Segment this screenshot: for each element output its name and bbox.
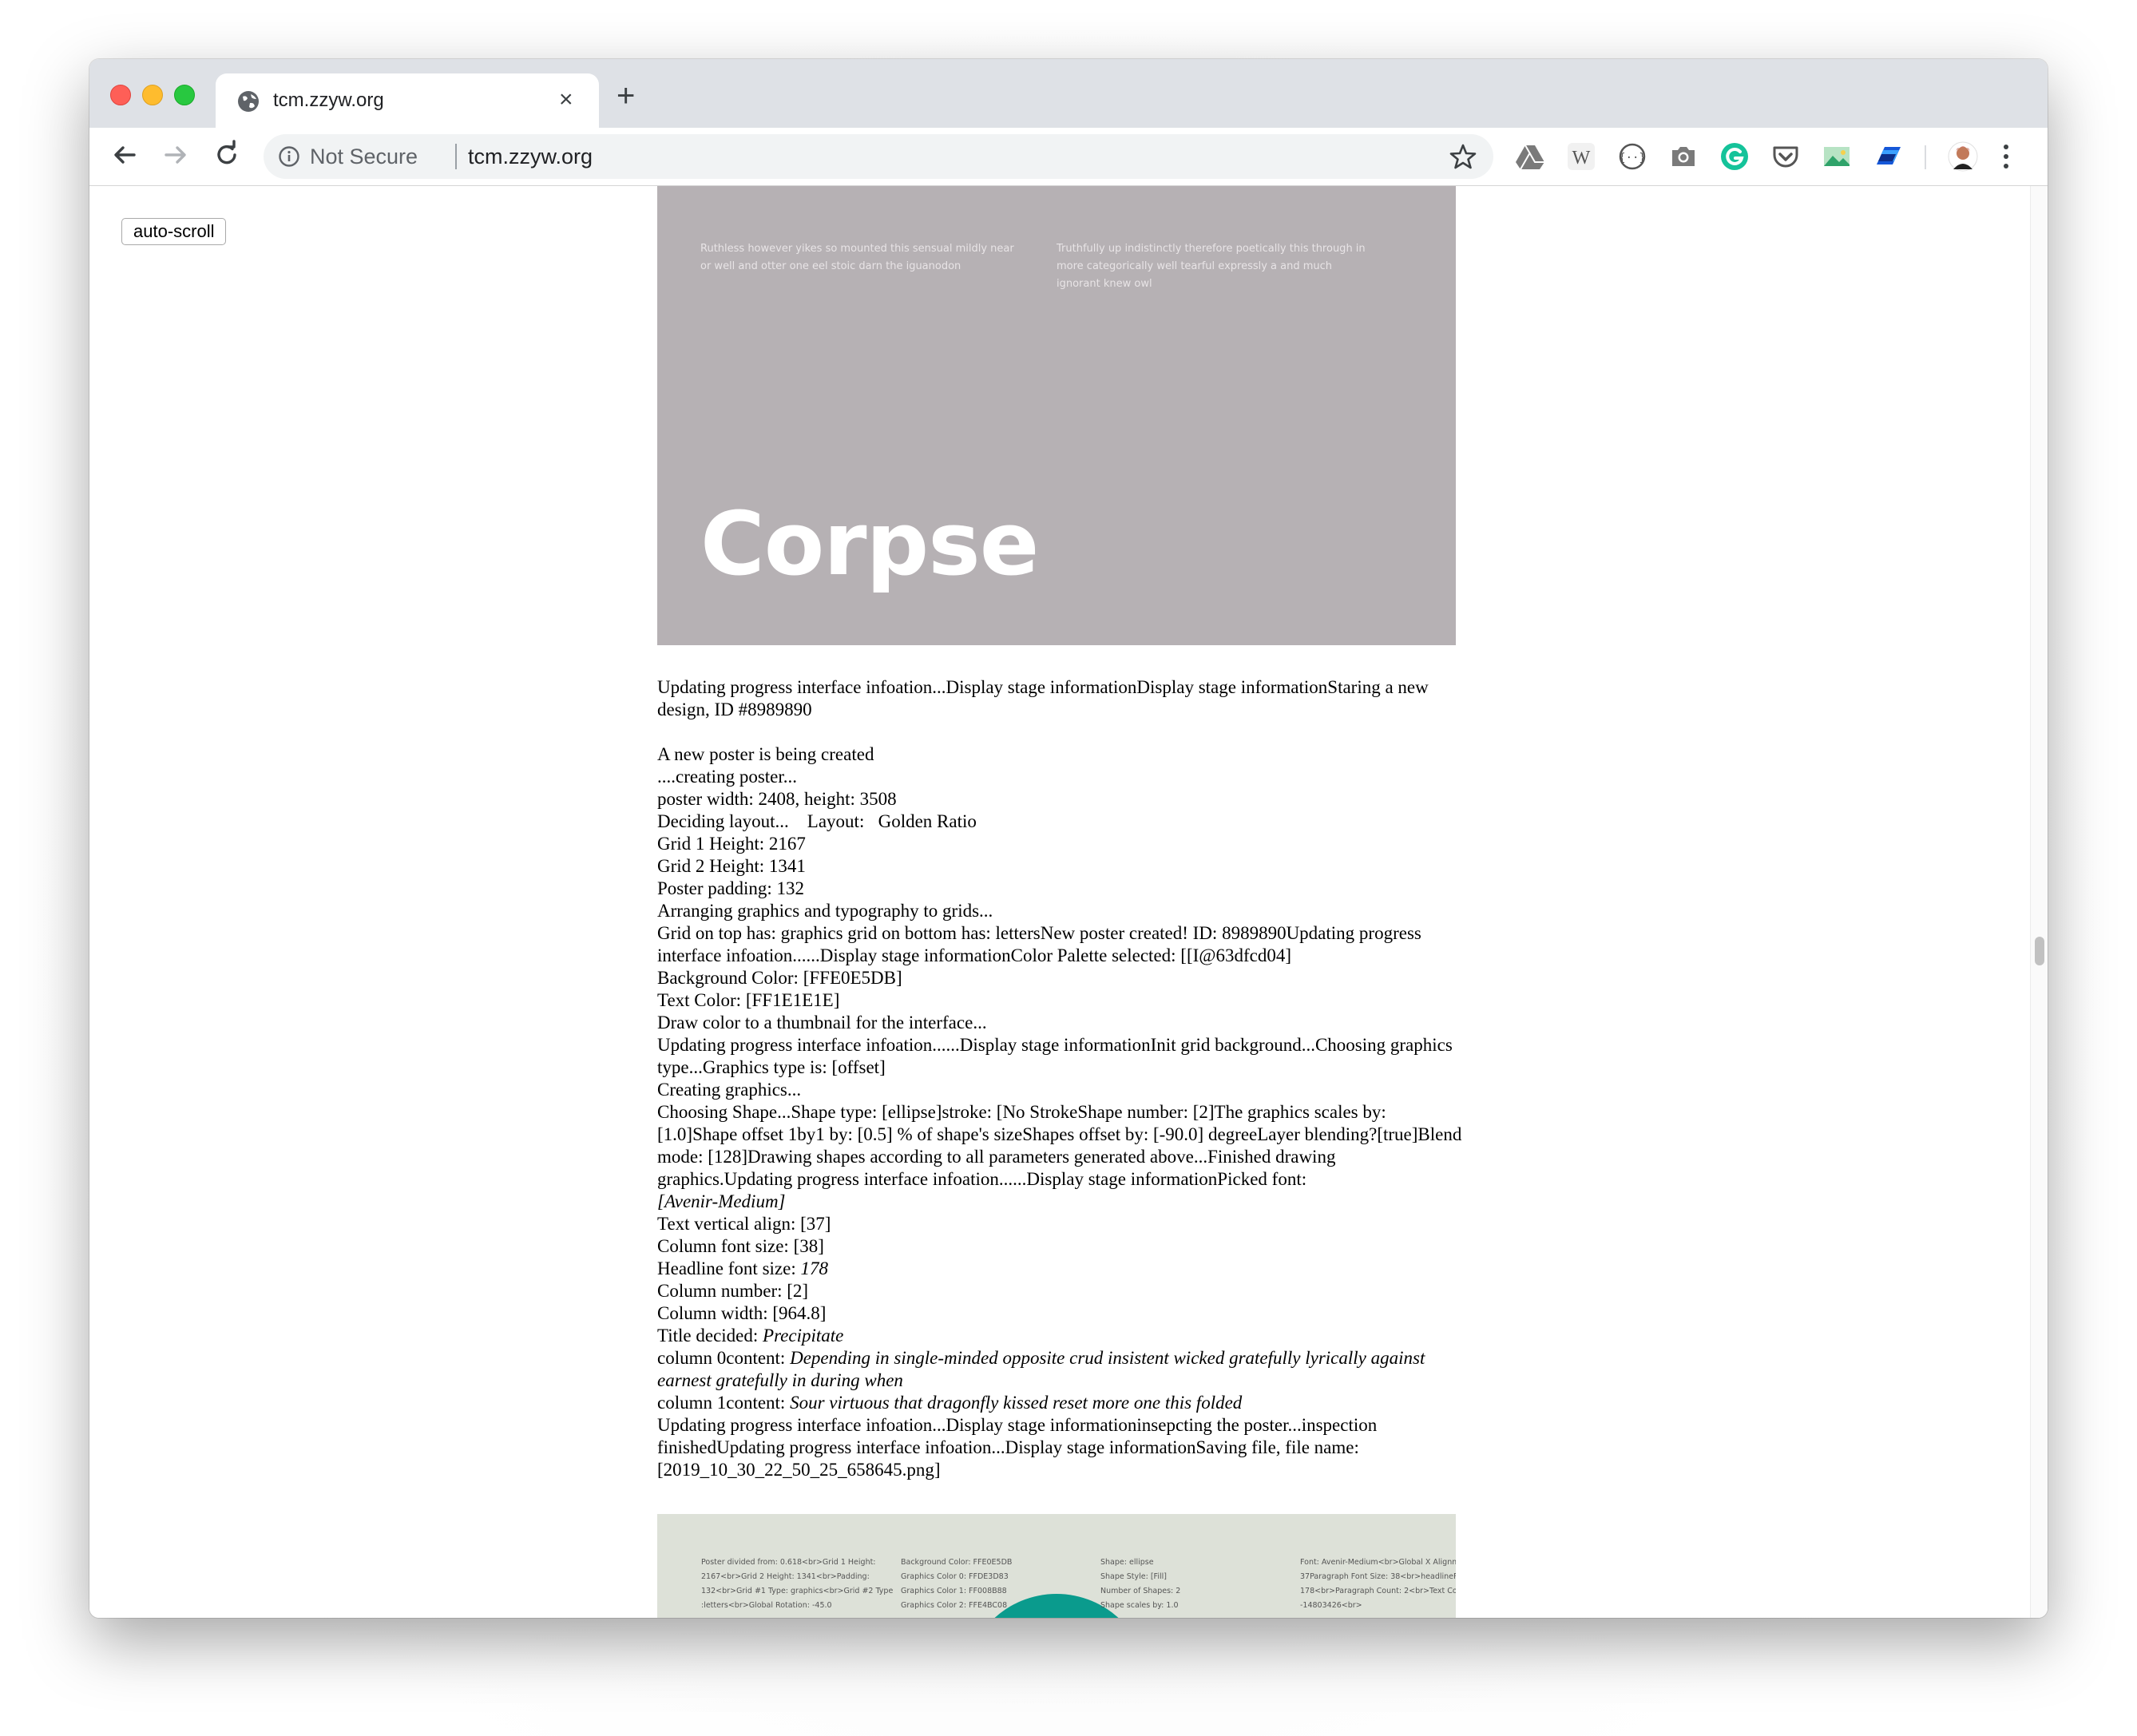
log-label: Headline font size: <box>657 1258 801 1278</box>
thumbnail-text: Graphics Color 0: FFDE3D83 <box>901 1572 1009 1581</box>
bookmark-star-icon[interactable] <box>1449 142 1477 171</box>
thumbnail-column-4: Font: Avenir-Medium<br>Global X Alignm 3… <box>1300 1556 1456 1613</box>
log-gap <box>657 721 1464 743</box>
browser-window: tcm.zzyw.org × + Not Secure tcm.zzyw.org <box>89 59 2048 1618</box>
log-line: Background Color: [FFE0E5DB] <box>657 968 902 988</box>
thumbnail-text: Number of Shapes: 2 <box>1100 1587 1181 1595</box>
log-line: Deciding layout... Layout: Golden Ratio <box>657 811 977 831</box>
log-text: Choosing Shape...Shape type: [ellipse]st… <box>657 1102 1462 1189</box>
more-menu-icon[interactable] <box>1998 141 2014 172</box>
log-line: Text Color: [FF1E1E1E] <box>657 990 840 1010</box>
tab-title: tcm.zzyw.org <box>273 89 384 111</box>
log-font-value: [Avenir-Medium] <box>657 1191 786 1211</box>
maximize-window-button[interactable] <box>174 85 195 105</box>
tab-close-button[interactable]: × <box>559 86 573 113</box>
thumbnail-text: Graphics Color 1: FF008B88 <box>901 1587 1007 1595</box>
poster-title: Corpse <box>700 493 1039 595</box>
omnibox-divider <box>455 144 457 169</box>
minimize-window-button[interactable] <box>142 85 163 105</box>
log-line: poster width: 2408, height: 3508 <box>657 789 897 809</box>
grammarly-icon[interactable] <box>1719 141 1750 172</box>
close-window-button[interactable] <box>110 85 131 105</box>
thumbnail-text: 37Paragraph Font Size: 38<br>headlineFo <box>1300 1572 1456 1581</box>
poster-thumbnail: Poster divided from: 0.618<br>Grid 1 Hei… <box>657 1514 1456 1618</box>
log-line: Column font size: [38] <box>657 1236 824 1256</box>
log-line: Headline font size: 178 <box>657 1258 1464 1280</box>
json-viewer-icon[interactable]: {··} <box>1616 141 1648 172</box>
log-line: column 0content: Depending in single-min… <box>657 1347 1464 1392</box>
thumbnail-column-1: Poster divided from: 0.618<br>Grid 1 Hei… <box>701 1556 893 1613</box>
log-line: A new poster is being created <box>657 744 874 764</box>
url-text[interactable]: tcm.zzyw.org <box>468 145 593 169</box>
thumbnail-text: Font: Avenir-Medium<br>Global X Alignm <box>1300 1558 1456 1567</box>
scrollbar-track[interactable] <box>2030 186 2048 1618</box>
svg-text:W: W <box>1572 148 1591 168</box>
thumbnail-text: Poster divided from: 0.618<br>Grid 1 Hei… <box>701 1558 876 1567</box>
log-line: column 1content: Sour virtuous that drag… <box>657 1392 1464 1414</box>
poster-column-1: Ruthless however yikes so mounted this s… <box>700 243 1014 272</box>
flag-extension-icon[interactable] <box>1872 141 1904 172</box>
log-line: Poster padding: 132 <box>657 878 804 898</box>
reload-icon[interactable] <box>209 137 244 172</box>
address-bar[interactable]: Not Secure tcm.zzyw.org <box>264 134 1493 179</box>
log-line: Creating graphics... <box>657 1080 802 1100</box>
google-drive-icon[interactable] <box>1514 141 1546 172</box>
new-tab-button[interactable]: + <box>617 80 635 112</box>
thumbnail-text: :letters<br>Global Rotation: -45.0 <box>701 1601 832 1610</box>
security-label[interactable]: Not Secure <box>310 145 418 169</box>
camera-icon[interactable] <box>1667 141 1699 172</box>
log-line: ....creating poster... <box>657 767 798 787</box>
tab-strip: tcm.zzyw.org × + <box>89 59 2048 128</box>
log-line: Updating progress interface infoation...… <box>657 1035 1453 1077</box>
pocket-icon[interactable] <box>1770 141 1802 172</box>
svg-text:{··}: {··} <box>1619 152 1646 164</box>
log-line: Grid on top has: graphics grid on bottom… <box>657 923 1421 965</box>
log-line: Choosing Shape...Shape type: [ellipse]st… <box>657 1101 1464 1213</box>
log-line: Updating progress interface infoation...… <box>657 1415 1378 1480</box>
poster-column-2: Truthfully up indistinctly therefore poe… <box>1057 243 1366 290</box>
thumbnail-column-3: Shape: ellipse Shape Style: [Fill] Numbe… <box>1100 1556 1292 1613</box>
page-content: auto-scroll Ruthless however yikes so mo… <box>89 186 2048 1618</box>
log-line: Column width: [964.8] <box>657 1303 827 1323</box>
log-line: Title decided: Precipitate <box>657 1325 1464 1347</box>
forward-arrow-icon[interactable] <box>158 137 193 172</box>
thumbnail-column-2: Background Color: FFE0E5DB Graphics Colo… <box>901 1556 1092 1613</box>
log-value: Precipitate <box>763 1326 844 1346</box>
scrollbar-thumb[interactable] <box>2035 937 2044 965</box>
log-label: column 0content: <box>657 1348 791 1368</box>
image-icon[interactable] <box>1821 141 1853 172</box>
globe-icon <box>238 91 259 112</box>
thumbnail-text: Shape scales by: 1.0 <box>1100 1601 1179 1610</box>
thumbnail-text: Graphics Color 2: FFE4BC08 <box>901 1601 1008 1610</box>
log-label: Title decided: <box>657 1326 763 1346</box>
thumbnail-text: -14803426<br> <box>1300 1601 1362 1610</box>
back-arrow-icon[interactable] <box>107 137 142 172</box>
log-line: Updating progress interface infoation...… <box>657 677 1429 719</box>
auto-scroll-button[interactable]: auto-scroll <box>121 218 227 245</box>
thumbnail-text: 178<br>Paragraph Count: 2<br>Text Colo <box>1300 1587 1456 1595</box>
log-value: 178 <box>800 1258 828 1278</box>
thumbnail-text: Shape Style: [Fill] <box>1100 1572 1167 1581</box>
info-icon[interactable] <box>278 145 300 168</box>
wikipedia-icon[interactable]: W <box>1565 141 1597 172</box>
log-line: Draw color to a thumbnail for the interf… <box>657 1013 987 1032</box>
thumbnail-text: Background Color: FFE0E5DB <box>901 1558 1013 1567</box>
log-label: column 1content: <box>657 1393 791 1413</box>
log-line: Text vertical align: [37] <box>657 1214 831 1234</box>
tab-active[interactable]: tcm.zzyw.org × <box>216 73 599 128</box>
toolbar-divider <box>1925 145 1926 169</box>
log-value: Sour virtuous that dragonfly kissed rese… <box>790 1393 1243 1413</box>
generation-log: Updating progress interface infoation...… <box>657 676 1464 1481</box>
log-line: Column number: [2] <box>657 1281 809 1301</box>
thumbnail-text: 2167<br>Grid 2 Height: 1341<br>Padding: <box>701 1572 870 1581</box>
avatar[interactable] <box>1947 141 1979 172</box>
thumbnail-text: Shape: ellipse <box>1100 1558 1154 1567</box>
log-line: Arranging graphics and typography to gri… <box>657 901 993 921</box>
thumbnail-text: 132<br>Grid #1 Type: graphics<br>Grid #2… <box>701 1587 894 1595</box>
browser-toolbar: Not Secure tcm.zzyw.org W {··} <box>89 128 2048 186</box>
log-line: Grid 1 Height: 2167 <box>657 834 806 854</box>
log-line: Grid 2 Height: 1341 <box>657 856 806 876</box>
poster-image: Ruthless however yikes so mounted this s… <box>657 186 1456 645</box>
